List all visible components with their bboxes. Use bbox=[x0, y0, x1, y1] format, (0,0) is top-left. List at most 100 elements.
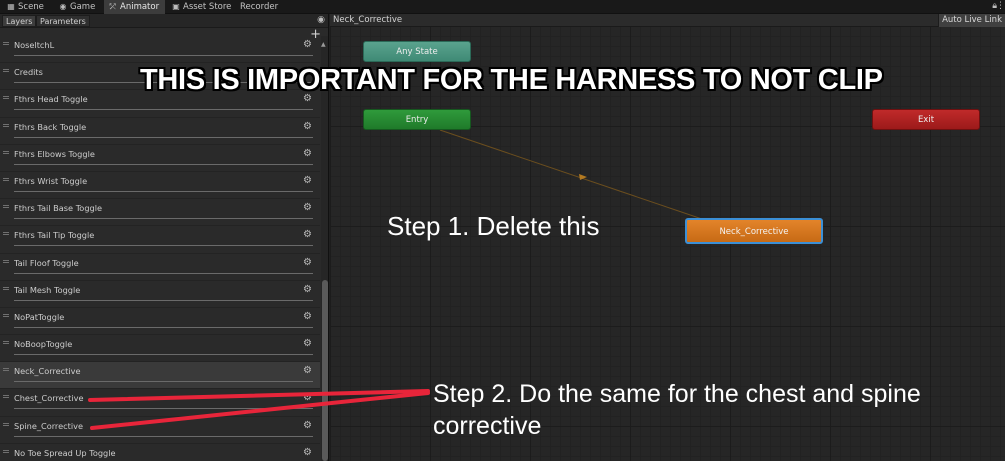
parameter-item[interactable]: Fthrs Tail Base Toggle ⚙ bbox=[0, 199, 320, 227]
parameter-item[interactable]: NoseltchL ⚙ bbox=[0, 36, 320, 64]
parameter-name: Fthrs Back Toggle bbox=[14, 121, 87, 132]
scene-icon: ▦ bbox=[7, 2, 15, 11]
animator-icon: ⤱ bbox=[109, 2, 117, 11]
gear-icon[interactable]: ⚙ bbox=[303, 229, 312, 240]
drag-handle-icon[interactable] bbox=[3, 42, 9, 45]
parameter-name: Spine_Corrective bbox=[14, 420, 84, 431]
editor-tab-bar: ▦ Scene ◉ Game ⤱ Animator ▣ Asset Store Reco… bbox=[0, 0, 1005, 14]
parameter-name: Fthrs Tail Tip Toggle bbox=[14, 230, 95, 241]
gear-icon[interactable]: ⚙ bbox=[303, 284, 312, 295]
parameter-item[interactable]: Fthrs Elbows Toggle ⚙ bbox=[0, 145, 320, 172]
entry-transition-line[interactable] bbox=[439, 129, 706, 221]
parameter-divider bbox=[14, 326, 313, 328]
drag-handle-icon[interactable] bbox=[3, 449, 9, 453]
parameter-name: Fthrs Head Toggle bbox=[14, 94, 88, 105]
gear-icon[interactable]: ⚙ bbox=[303, 39, 312, 50]
gear-icon[interactable]: ⚙ bbox=[303, 311, 312, 322]
gear-icon[interactable]: ⚙ bbox=[303, 202, 312, 213]
parameter-divider bbox=[14, 136, 313, 138]
drag-handle-icon[interactable] bbox=[3, 69, 9, 73]
parameter-item[interactable]: Chest_Corrective ⚙ bbox=[0, 389, 320, 417]
tab-animator[interactable]: ⤱ Animator bbox=[104, 0, 166, 14]
parameter-name: Tail Floof Toggle bbox=[14, 257, 79, 268]
parameter-item[interactable]: Tail Mesh Toggle ⚙ bbox=[0, 281, 320, 308]
parameter-name: Fthrs Tail Base Toggle bbox=[14, 203, 103, 214]
state-neck-corrective[interactable]: Neck_Corrective bbox=[685, 218, 823, 244]
drag-handle-icon[interactable] bbox=[3, 96, 9, 100]
drag-handle-icon[interactable] bbox=[3, 259, 9, 263]
drag-handle-icon[interactable] bbox=[3, 368, 9, 372]
parameter-name: Tail Mesh Toggle bbox=[14, 284, 81, 295]
parameter-name: Fthrs Wrist Toggle bbox=[14, 175, 88, 186]
state-exit[interactable]: Exit bbox=[872, 109, 980, 130]
parameter-item[interactable]: Neck_Corrective ⚙ bbox=[0, 362, 320, 390]
drag-handle-icon[interactable] bbox=[3, 313, 9, 317]
gear-icon[interactable]: ⚙ bbox=[303, 365, 312, 376]
tab-game[interactable]: ◉ Game bbox=[54, 0, 101, 14]
drag-handle-icon[interactable] bbox=[3, 422, 9, 426]
parameter-list: NoseltchL ⚙ Credits ⚙ Fthrs Head Toggle ⚙ Fthr… bbox=[0, 36, 320, 461]
gear-icon[interactable]: ⚙ bbox=[303, 447, 312, 458]
parameter-divider bbox=[14, 354, 313, 356]
scroll-up-arrow-icon[interactable]: ▲ bbox=[321, 41, 326, 48]
parameter-divider bbox=[14, 163, 313, 165]
parameter-name: Neck_Corrective bbox=[14, 366, 81, 377]
parameter-divider bbox=[14, 190, 313, 192]
parameter-divider bbox=[14, 272, 313, 274]
parameter-name: Fthrs Elbows Toggle bbox=[14, 148, 95, 159]
parameter-item[interactable]: Fthrs Tail Tip Toggle ⚙ bbox=[0, 226, 320, 254]
gear-icon[interactable]: ⚙ bbox=[303, 392, 312, 403]
scrollbar-thumb[interactable] bbox=[322, 280, 328, 461]
parameter-item[interactable]: Fthrs Back Toggle ⚙ bbox=[0, 118, 320, 145]
gear-icon[interactable]: ⚙ bbox=[303, 121, 312, 132]
step2-annotation: Step 2. Do the same for the chest and sp… bbox=[433, 380, 921, 440]
game-icon: ◉ bbox=[59, 2, 67, 11]
tab-asset-store[interactable]: ▣ Asset Store bbox=[167, 0, 237, 14]
parameter-item[interactable]: NoPatToggle ⚙ bbox=[0, 308, 320, 336]
tab-parameters[interactable]: Parameters bbox=[36, 15, 90, 27]
parameter-item[interactable]: NoBoopToggle ⚙ bbox=[0, 335, 320, 363]
tab-recorder[interactable]: Recorder bbox=[236, 0, 284, 14]
drag-handle-icon[interactable] bbox=[3, 205, 9, 209]
parameter-divider bbox=[14, 435, 313, 437]
gear-icon[interactable]: ⚙ bbox=[303, 420, 312, 431]
asset-store-icon: ▣ bbox=[172, 2, 180, 11]
tab-scene[interactable]: ▦ Scene bbox=[2, 0, 50, 14]
eye-icon[interactable]: ◉ bbox=[317, 15, 325, 25]
gear-icon[interactable]: ⚙ bbox=[303, 338, 312, 349]
parameter-name: NoPatToggle bbox=[14, 311, 65, 322]
panel-header: Layers Parameters ◉ bbox=[0, 14, 328, 28]
parameter-divider bbox=[14, 218, 313, 220]
parameter-item[interactable]: No Toe Spread Up Toggle ⚙ bbox=[0, 444, 320, 461]
parameter-name: Chest_Corrective bbox=[14, 393, 84, 404]
drag-handle-icon[interactable] bbox=[3, 286, 9, 290]
gear-icon[interactable]: ⚙ bbox=[303, 148, 312, 159]
state-entry[interactable]: Entry bbox=[363, 109, 471, 130]
parameter-divider bbox=[14, 408, 313, 410]
parameter-divider bbox=[14, 381, 313, 383]
parameter-item[interactable]: Spine_Corrective ⚙ bbox=[0, 417, 320, 444]
parameter-divider bbox=[14, 299, 313, 301]
gear-icon[interactable]: ⚙ bbox=[303, 175, 312, 186]
parameter-item[interactable]: Fthrs Wrist Toggle ⚙ bbox=[0, 172, 320, 200]
drag-handle-icon[interactable] bbox=[3, 177, 9, 181]
drag-handle-icon[interactable] bbox=[3, 341, 9, 345]
parameter-item[interactable]: Tail Floof Toggle ⚙ bbox=[0, 254, 320, 281]
step1-annotation: Step 1. Delete this bbox=[387, 211, 600, 241]
parameter-divider bbox=[14, 109, 313, 111]
drag-handle-icon[interactable] bbox=[3, 395, 9, 399]
tab-layers[interactable]: Layers bbox=[2, 15, 37, 27]
parameter-divider bbox=[14, 245, 313, 247]
drag-handle-icon[interactable] bbox=[3, 150, 9, 154]
parameter-name: NoseltchL bbox=[14, 40, 55, 50]
gear-icon[interactable]: ⚙ bbox=[303, 257, 312, 268]
parameter-name: Credits bbox=[14, 67, 43, 78]
parameter-name: NoBoopToggle bbox=[14, 339, 73, 350]
parameter-divider bbox=[14, 55, 313, 56]
tab-menu-icon[interactable]: ⋮ bbox=[996, 1, 1005, 11]
drag-handle-icon[interactable] bbox=[3, 123, 9, 127]
drag-handle-icon[interactable] bbox=[3, 232, 9, 236]
state-any-state[interactable]: Any State bbox=[363, 41, 471, 62]
important-annotation: THIS IS IMPORTANT FOR THE HARNESS TO NOT… bbox=[140, 64, 883, 96]
parameter-name: No Toe Spread Up Toggle bbox=[14, 447, 116, 458]
